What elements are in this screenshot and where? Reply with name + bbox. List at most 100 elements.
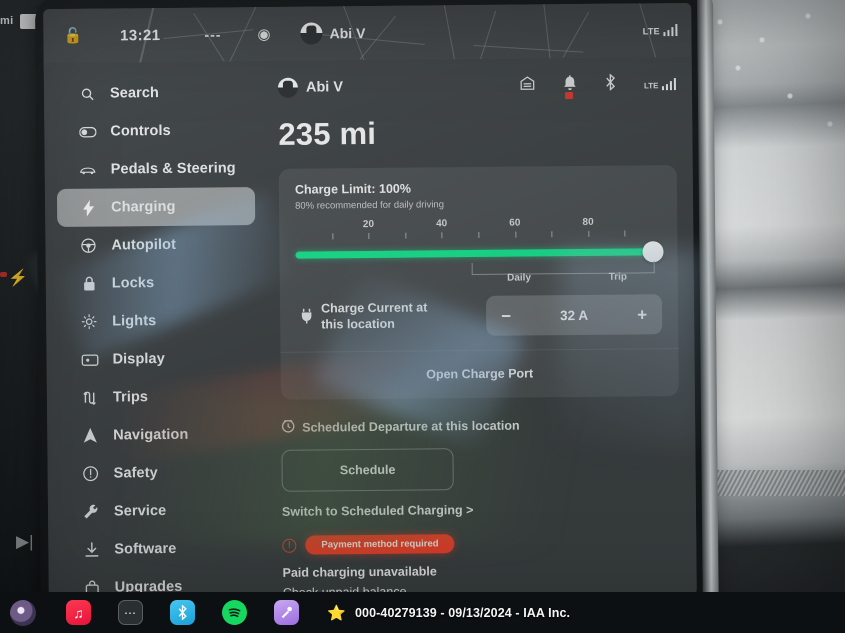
- sun-icon: [76, 314, 102, 330]
- music-app-icon[interactable]: ♫: [66, 600, 91, 625]
- charge-limit-card: Charge Limit: 100% 80% recommended for d…: [278, 165, 679, 400]
- charge-current-label-line2: this location: [321, 316, 395, 332]
- status-bar: 🔓 13:21 --- ◉ Abi V LTE: [43, 2, 692, 64]
- paid-charging-unavailable-text: Paid charging unavailable: [282, 564, 437, 580]
- payment-warning-row: ! Payment method required: [282, 532, 680, 555]
- decrement-button[interactable]: −: [501, 306, 511, 325]
- sidebar-item-locks[interactable]: Locks: [58, 263, 256, 303]
- charge-current-row: Charge Current at this location − 32 A +: [296, 294, 663, 352]
- charge-limit-title: Charge Limit: 100%: [294, 181, 411, 197]
- charge-current-stepper[interactable]: − 32 A +: [485, 294, 663, 336]
- increment-button[interactable]: +: [637, 305, 647, 324]
- slider-knob[interactable]: [642, 241, 664, 263]
- karaoke-app-icon[interactable]: [274, 600, 299, 625]
- charge-plug-icon: [296, 308, 316, 327]
- search-icon: [74, 86, 100, 101]
- charge-limit-subtitle: 80% recommended for daily driving: [295, 199, 445, 212]
- slider-tick-labels: 20 40 60 80: [295, 216, 661, 232]
- camera-app-icon[interactable]: [10, 599, 36, 626]
- steering-wheel-icon: [75, 238, 101, 254]
- status-badge[interactable]: Payment method required: [305, 534, 455, 555]
- lock-icon: [76, 276, 102, 292]
- range-unit-label: mi: [0, 15, 14, 27]
- sidebar-item-safety[interactable]: Safety: [59, 453, 257, 493]
- signal-bars: [662, 24, 678, 37]
- lte-label: LTE: [643, 81, 659, 91]
- sidebar-item-label: Charging: [111, 198, 176, 216]
- panel-header: Abi V LTE: [277, 71, 676, 101]
- panel-header-icons: LTE: [520, 73, 676, 99]
- toybox-app-icon[interactable]: ⭐: [324, 600, 349, 625]
- display-icon: [76, 353, 102, 366]
- charge-current-label-line1: Charge Current at: [320, 300, 428, 316]
- garage-icon[interactable]: [520, 75, 535, 95]
- spotify-app-icon[interactable]: [222, 600, 247, 625]
- sidebar-item-label: Software: [114, 540, 177, 558]
- sidebar-item-trips[interactable]: Trips: [59, 377, 257, 417]
- sidebar-item-label: Safety: [113, 465, 158, 482]
- avatar[interactable]: [300, 22, 323, 45]
- tick-label: 40: [436, 218, 448, 230]
- lte-label: LTE: [642, 26, 660, 37]
- sidebar-item-lights[interactable]: Lights: [58, 301, 256, 341]
- sidebar-item-label: Service: [113, 502, 167, 520]
- trips-icon: [77, 391, 103, 405]
- bell-icon[interactable]: [563, 74, 577, 99]
- skip-next-icon[interactable]: ▶|: [16, 532, 34, 552]
- exclamation-circle-icon: [78, 466, 104, 482]
- charge-current-value: 32 A: [560, 307, 589, 323]
- signal-bars: [661, 78, 676, 91]
- open-charge-port-button[interactable]: Open Charge Port: [296, 349, 662, 400]
- profile-name[interactable]: Abi V: [329, 25, 365, 41]
- sidebar-item-label: Pedals & Steering: [110, 160, 236, 178]
- sidebar-item-pedals-and-steering[interactable]: Pedals & Steering: [57, 149, 255, 189]
- sidebar-item-label: Autopilot: [111, 236, 177, 254]
- car-icon: [75, 164, 101, 175]
- sidebar-item-service[interactable]: Service: [60, 491, 258, 531]
- charge-limit-slider[interactable]: 20 40 60 80 Daily Trip: [295, 216, 664, 294]
- exclamation-circle-icon: !: [282, 538, 297, 553]
- clock-time: 13:21: [120, 26, 161, 44]
- temperature-readout[interactable]: ---: [204, 26, 221, 42]
- sidebar-item-autopilot[interactable]: Autopilot: [57, 225, 255, 265]
- sidebar-item-charging[interactable]: Charging: [56, 187, 256, 227]
- lightning-bolt-icon: ⚡: [8, 270, 28, 287]
- wrench-icon: [78, 504, 104, 520]
- avatar[interactable]: [277, 77, 299, 98]
- sidebar-item-label: Lights: [112, 313, 157, 330]
- notification-badge: [564, 91, 574, 99]
- tick-label: 20: [362, 218, 375, 231]
- settings-sidebar: Search Controls Pedals & Steering Chargi…: [44, 61, 271, 601]
- sidebar-item-controls[interactable]: Controls: [56, 111, 254, 151]
- toggle-icon: [74, 126, 100, 137]
- lte-signal-icon: LTE: [643, 24, 678, 36]
- climate-fan-icon[interactable]: ◉: [257, 25, 270, 43]
- clock-icon: [281, 419, 295, 436]
- tick-label: 60: [509, 217, 521, 229]
- sidebar-item-navigation[interactable]: Navigation: [59, 415, 257, 455]
- auction-watermark: 000-40279139 - 09/13/2024 - IAA Inc.: [355, 605, 571, 620]
- zone-label-trip: Trip: [608, 271, 628, 283]
- zone-label-daily: Daily: [507, 272, 532, 284]
- tesla-touchscreen: 🔓 13:21 --- ◉ Abi V LTE Search Controls …: [43, 2, 697, 602]
- slider-ticks: [295, 230, 661, 243]
- profile-name[interactable]: Abi V: [306, 79, 343, 95]
- photograph-of-tesla-touchscreen: mi ⚡ ▶| 🔓 13:21 --- ◉ Abi V LTE Search C…: [0, 0, 845, 633]
- slider-fill: [295, 248, 662, 259]
- sidebar-item-label: Navigation: [113, 426, 189, 444]
- download-icon: [78, 542, 104, 558]
- screen-body: Search Controls Pedals & Steering Chargi…: [43, 56, 697, 602]
- sidebar-item-display[interactable]: Display: [58, 339, 256, 379]
- app-dock: ♫ ⋯ ⭐ 000-40279139 - 09/13/2024 - IAA In…: [0, 592, 845, 633]
- sidebar-item-software[interactable]: Software: [60, 529, 258, 569]
- charging-panel: Abi V LTE 235 mi Charge Limit: 100% 80% …: [266, 57, 697, 600]
- sidebar-item-search[interactable]: Search: [56, 73, 254, 113]
- bluetooth-app-icon[interactable]: [170, 600, 195, 625]
- messages-app-icon[interactable]: ⋯: [118, 600, 143, 625]
- switch-to-scheduled-charging-link[interactable]: Switch to Scheduled Charging >: [282, 501, 680, 519]
- sidebar-item-label: Display: [112, 350, 165, 368]
- schedule-button[interactable]: Schedule: [281, 448, 454, 492]
- tick-label: 80: [582, 216, 594, 228]
- unlocked-padlock-icon[interactable]: 🔓: [63, 27, 82, 45]
- bluetooth-icon[interactable]: [605, 73, 616, 96]
